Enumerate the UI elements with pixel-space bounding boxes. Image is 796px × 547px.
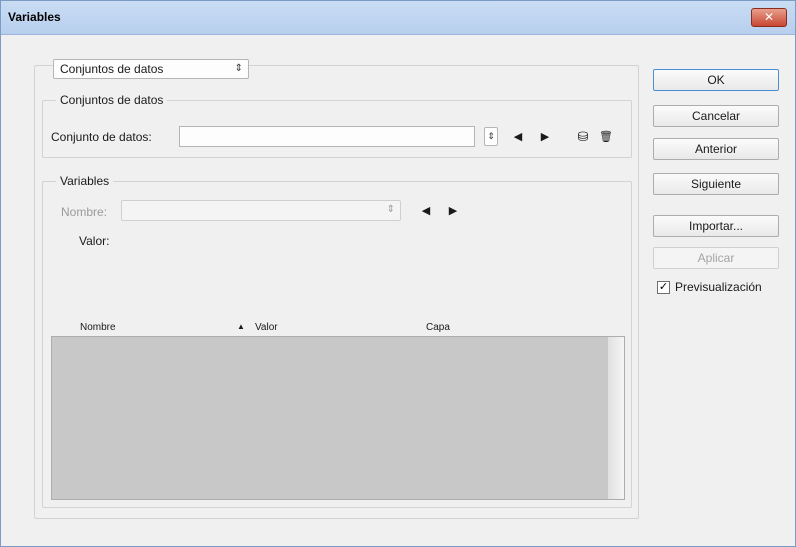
cancel-button[interactable]: Cancelar <box>653 105 779 127</box>
chevron-updown-icon: ⇕ <box>487 131 495 141</box>
mode-dropdown-value: Conjuntos de datos <box>60 62 164 76</box>
trash-icon[interactable]: 🗑 <box>599 130 613 144</box>
title-bar: Variables ✕ <box>1 1 795 35</box>
variable-prev-button[interactable]: ◀ <box>419 204 433 218</box>
name-dropdown[interactable]: ⇕ <box>121 200 401 221</box>
dataset-field[interactable] <box>179 126 475 147</box>
dialog-body: Conjuntos de datos ⇕ Conjuntos de datos … <box>9 43 789 541</box>
checkmark-icon: ✓ <box>658 281 669 293</box>
preview-label[interactable]: Previsualización <box>675 280 762 294</box>
datasets-group-legend: Conjuntos de datos <box>56 93 168 107</box>
next-button[interactable]: Siguiente <box>653 173 779 195</box>
chevron-updown-icon: ⇕ <box>386 204 395 215</box>
column-header-layer[interactable]: Capa <box>426 322 450 333</box>
apply-button[interactable]: Aplicar <box>653 247 779 269</box>
column-header-name[interactable]: Nombre <box>80 322 116 333</box>
import-button[interactable]: Importar... <box>653 215 779 237</box>
window-title: Variables <box>8 10 61 24</box>
variable-next-button[interactable]: ▶ <box>446 204 460 218</box>
value-label: Valor: <box>79 234 110 248</box>
dataset-label: Conjunto de datos: <box>51 130 152 144</box>
sort-ascending-icon: ▲ <box>237 322 245 331</box>
close-icon: ✕ <box>763 10 775 24</box>
close-button[interactable]: ✕ <box>751 8 787 27</box>
variables-table[interactable] <box>51 336 625 500</box>
name-label: Nombre: <box>61 205 108 219</box>
variables-group-legend: Variables <box>56 174 114 188</box>
dataset-spin-button[interactable]: ⇕ <box>484 127 498 146</box>
mode-dropdown[interactable]: Conjuntos de datos ⇕ <box>53 59 249 79</box>
ok-button[interactable]: OK <box>653 69 779 91</box>
previous-button[interactable]: Anterior <box>653 138 779 160</box>
column-header-value[interactable]: Valor <box>255 322 278 333</box>
chevron-updown-icon: ⇕ <box>234 63 243 74</box>
dataset-prev-button[interactable]: ◀ <box>511 130 525 144</box>
preview-checkbox[interactable]: ✓ <box>657 281 670 294</box>
save-dataset-icon[interactable]: ⛁ <box>576 130 590 144</box>
variables-dialog: Variables ✕ Conjuntos de datos ⇕ Conjunt… <box>0 0 796 547</box>
table-scrollbar[interactable] <box>608 337 624 499</box>
dataset-next-button[interactable]: ▶ <box>538 130 552 144</box>
